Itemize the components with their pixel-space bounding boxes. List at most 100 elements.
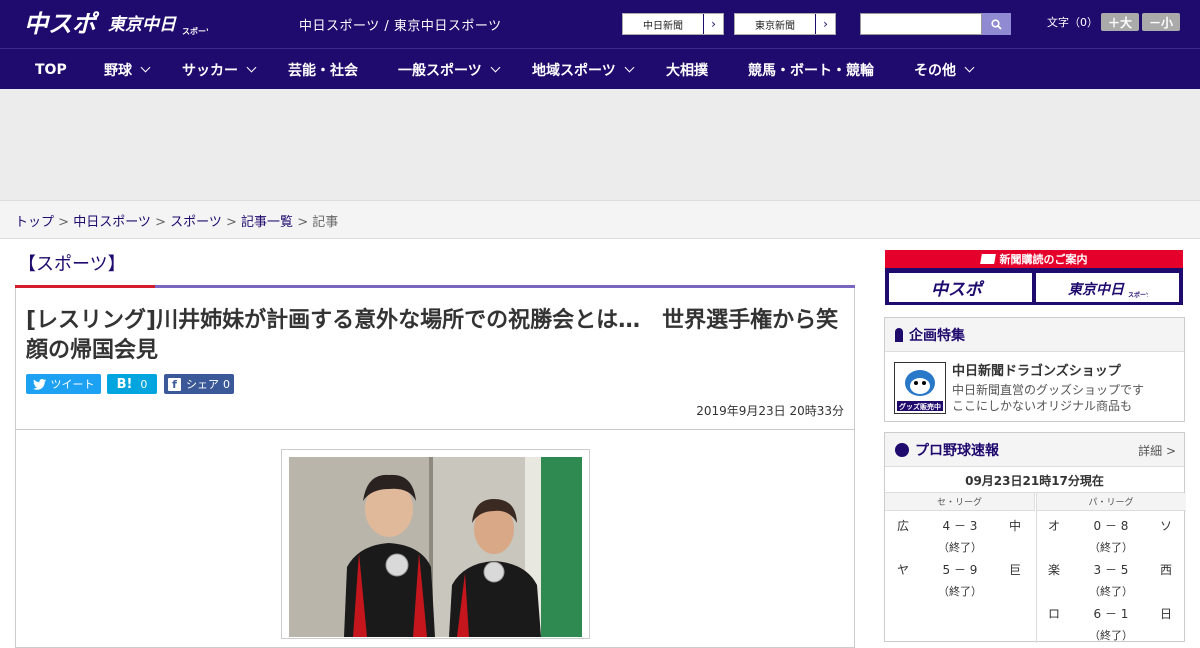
baseball-heading-label: プロ野球速報 [915,442,999,459]
game-status: （終了） [1089,629,1133,642]
nav-item-label: 大相撲 [666,62,708,79]
breadcrumb: トップ > 中日スポーツ > スポーツ > 記事一覧 > 記事 [0,200,1200,239]
subscription-heading: 新聞購読のご案内 [885,250,1183,268]
chunichi-shimbun-label: 中日新聞 [643,20,683,32]
nav-item-label: その他 [914,62,956,79]
baseball-detail-link[interactable]: 詳細 > [1138,442,1176,459]
subscription-heading-label: 新聞購読のご案内 [999,253,1088,266]
nav-item-label: 地域スポーツ [532,62,616,79]
tweet-button[interactable]: ツイート [26,374,101,394]
subscribe-tokyo-chunichi-logo[interactable]: 東京中日 スポーツ [1036,273,1179,302]
facebook-icon: f [168,377,181,391]
subscribe-chuspo-logo[interactable]: 中スポ [889,273,1032,302]
nav-item-racing[interactable]: 競馬・ボート・競輪 [748,49,874,90]
subscription-banner[interactable]: 新聞購読のご案内 中スポ 東京中日 スポーツ [885,250,1183,305]
svg-text:グッズ販売中: グッズ販売中 [899,402,941,411]
ad-banner-area [0,89,1200,200]
site-header: 中スポ 東京中日 スポーツ 中日スポーツ / 東京中日スポーツ 中日新聞 › 東… [0,0,1200,48]
baseball-icon [895,442,909,457]
main-nav: TOP 野球 サッカー 芸能・社会 一般スポーツ 地域スポーツ 大相撲 競馬・ボ… [0,48,1200,89]
team-away: 中 [1008,519,1021,533]
font-smaller-button[interactable]: －小 [1142,13,1180,31]
pro-baseball-scoreboard: プロ野球速報 詳細 > 09月23日21時17分現在 セ・リーグ パ・リーグ 広… [884,432,1186,643]
game-status: （終了） [1089,541,1133,554]
svg-text:スポーツ: スポーツ [182,26,208,36]
nav-item-label: 野球 [104,62,132,79]
team-away: 巨 [1008,563,1021,577]
hatena-icon: B! [116,376,133,392]
hatena-count: 0 [140,377,148,391]
breadcrumb-current: 記事 [312,215,339,230]
feature-description: ここにしかないオリジナル商品も [952,399,1133,413]
nav-item-top[interactable]: TOP [35,49,67,90]
feature-description: 中日新聞直営のグッズショップです [952,383,1145,397]
wrestlers-photo-image [289,457,582,637]
tokyo-shimbun-label: 東京新聞 [755,20,795,32]
tokyo-chunichi-sports-logo[interactable]: 東京中日 スポーツ [108,10,208,38]
game-status: （終了） [938,585,982,598]
breadcrumb-separator: > [58,215,74,230]
feature-title[interactable]: 中日新聞ドラゴンズショップ [952,360,1121,379]
newspaper-icon [979,254,996,264]
chunichi-shimbun-link[interactable]: 中日新聞 › [622,13,724,35]
tokyo-chunichi-sports-logo: 東京中日 スポーツ [1068,281,1148,299]
chevron-down-icon [246,62,257,73]
dragons-mascot-icon: グッズ販売中 [895,363,945,413]
chevron-down-icon [624,62,635,73]
article-title: [レスリング]川井姉妹が計画する意外な場所での祝勝会とは… 世界選手権から笑顔の… [26,308,839,363]
tweet-label: ツイート [50,378,95,391]
hatena-bookmark-button[interactable]: B! 0 [107,374,157,394]
central-league-header: セ・リーグ [885,493,1035,511]
breadcrumb-separator: > [155,215,171,230]
facebook-share-count: 0 [223,377,230,391]
chevron-down-icon [140,62,151,73]
baseball-timestamp: 09月23日21時17分現在 [885,469,1184,493]
svg-text:中スポ: 中スポ [931,280,985,299]
chevron-right-icon: › [703,14,723,34]
team-away: ソ [1159,519,1172,533]
tokyo-shimbun-link[interactable]: 東京新聞 › [734,13,836,35]
nav-item-label: TOP [35,61,67,78]
nav-item-label: 競馬・ボート・競輪 [748,62,874,79]
feature-heading: 企画特集 [885,318,1184,352]
svg-text:スポーツ: スポーツ [1128,291,1148,299]
chevron-down-icon [964,62,975,73]
search-icon [991,18,1002,30]
svg-text:中スポ: 中スポ [24,10,100,38]
font-size-label: 文字（0） [1047,16,1098,29]
breadcrumb-link-top[interactable]: トップ [15,215,54,230]
feature-heading-label: 企画特集 [909,327,965,344]
nav-item-soccer[interactable]: サッカー [182,49,257,90]
nav-item-label: 一般スポーツ [398,62,482,79]
nav-item-baseball[interactable]: 野球 [104,49,151,90]
team-away: 日 [1159,607,1172,621]
header-tagline: 中日スポーツ / 東京中日スポーツ [299,19,502,34]
facebook-share-button[interactable]: f シェア 0 [164,374,234,394]
nav-item-regional-sports[interactable]: 地域スポーツ [532,49,635,90]
chevron-down-icon [490,62,501,73]
search-input[interactable] [860,13,982,35]
dragons-shop-thumbnail[interactable]: グッズ販売中 [894,362,946,414]
nav-item-sumo[interactable]: 大相撲 [666,49,708,90]
nav-item-label: 芸能・社会 [288,62,358,79]
breadcrumb-link-article-list[interactable]: 記事一覧 [241,215,293,230]
article-photo[interactable] [289,457,582,637]
team-away: 西 [1159,563,1172,577]
font-larger-button[interactable]: ＋大 [1101,13,1139,31]
twitter-icon [32,378,46,390]
search-button[interactable] [982,13,1011,35]
nav-item-general-sports[interactable]: 一般スポーツ [398,49,501,90]
nav-item-entertainment[interactable]: 芸能・社会 [288,49,358,90]
chuspo-logo: 中スポ [931,280,985,299]
nav-item-other[interactable]: その他 [914,49,975,90]
chuspo-logo[interactable]: 中スポ [24,8,102,38]
game-status: （終了） [1089,585,1133,598]
facebook-share-label: シェア [186,378,219,391]
breadcrumb-separator: > [226,215,242,230]
section-label: 【スポーツ】 [18,254,126,275]
nav-item-label: サッカー [182,62,238,79]
breadcrumb-link-sports[interactable]: スポーツ [170,215,222,230]
breadcrumb-link-chunichi-sports[interactable]: 中日スポーツ [73,215,151,230]
svg-text:東京中日: 東京中日 [108,15,177,35]
feature-box: 企画特集 グッズ販売中 中日新聞ドラゴンズショップ 中日新聞直営のグッズショップ… [884,317,1185,422]
